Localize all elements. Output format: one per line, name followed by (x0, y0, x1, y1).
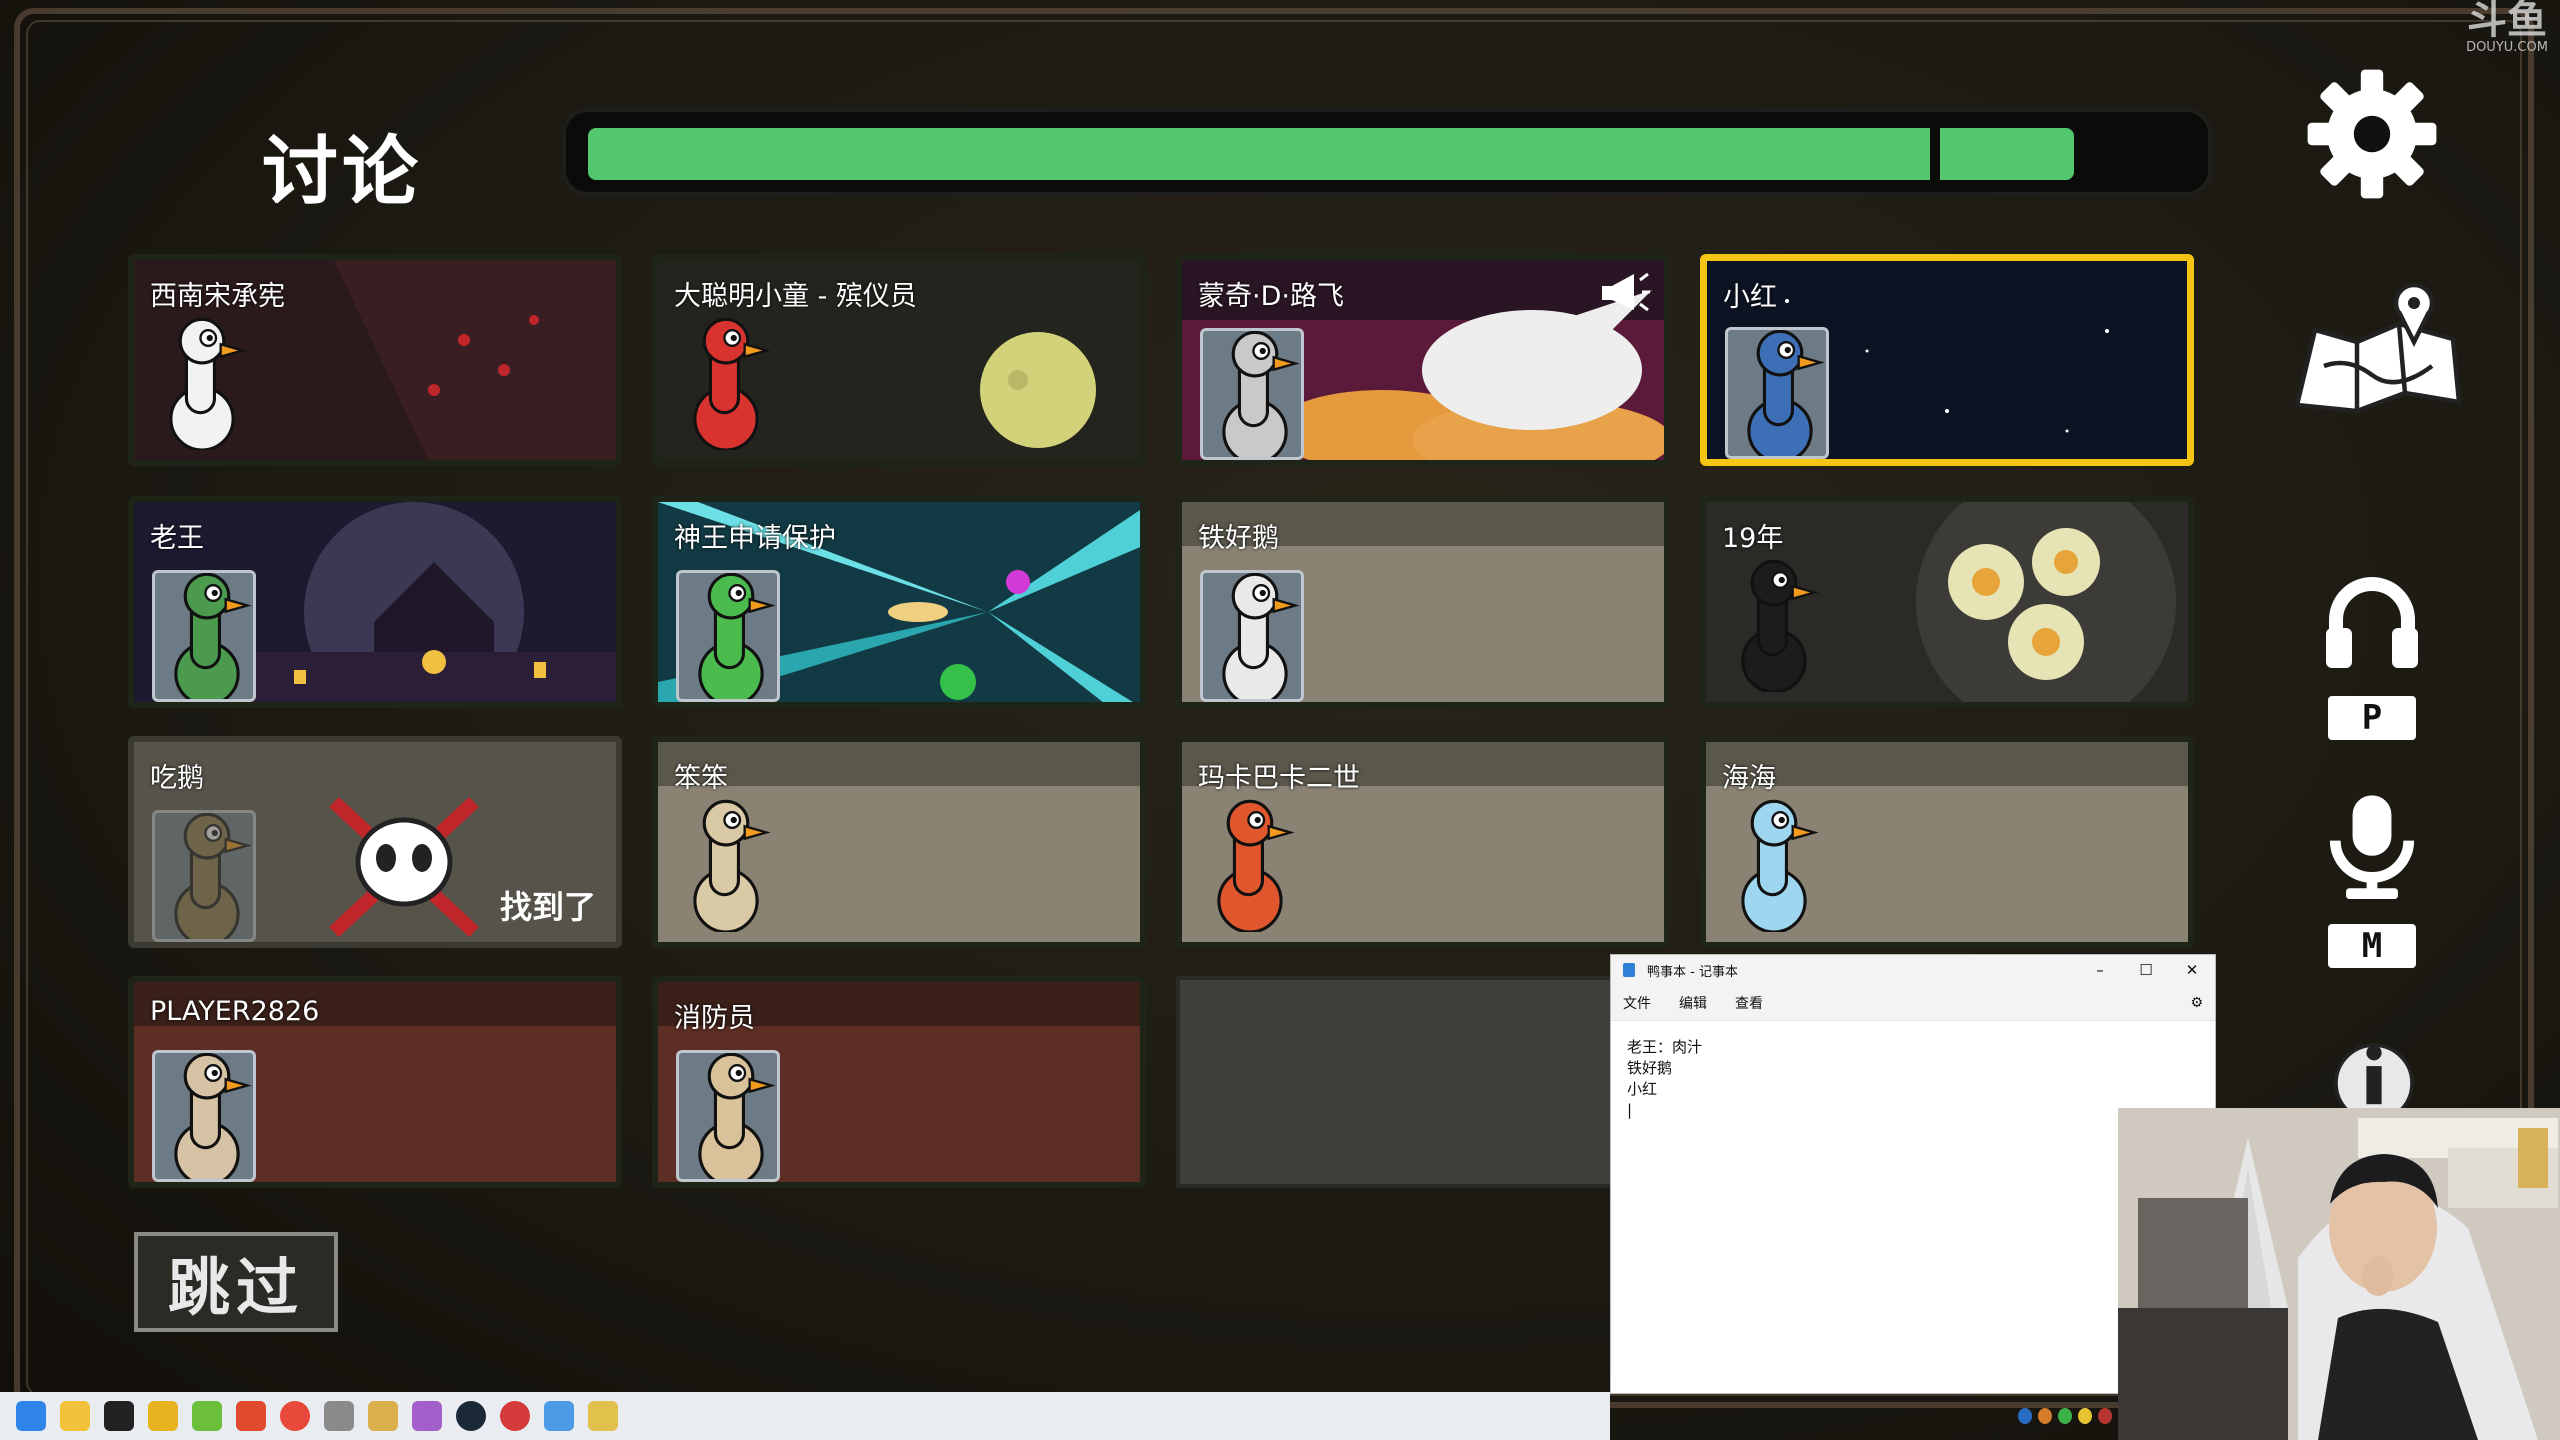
skip-vote-button[interactable]: 跳过 (134, 1232, 338, 1332)
player-card[interactable]: 小红 (1700, 254, 2194, 466)
player-name: 吃鹅 (150, 763, 204, 794)
player-card[interactable]: 老王 (128, 496, 622, 708)
player-avatar (676, 1050, 780, 1182)
player-name: 笨笨 (674, 763, 728, 794)
app-icon[interactable] (588, 1401, 618, 1431)
map-icon[interactable] (2288, 276, 2468, 426)
phase-title: 讨论 (262, 127, 422, 216)
menu-view[interactable]: 查看 (1735, 993, 1763, 1013)
player-avatar (678, 792, 774, 942)
player-name: 消防员 (674, 1003, 755, 1034)
player-card[interactable]: 19年 (1700, 496, 2194, 708)
player-card[interactable]: 铁好鹅 (1176, 496, 1670, 708)
discussion-timer-bar (562, 108, 2212, 196)
mic-key-badge: M (2328, 924, 2416, 968)
player-card[interactable]: 蒙奇·D·路飞 (1176, 254, 1670, 466)
voice-key-badge: P (2328, 696, 2416, 740)
streamer-webcam (2118, 1108, 2560, 1440)
menu-edit[interactable]: 编辑 (1679, 993, 1707, 1013)
player-name: 西南宋承宪 (150, 281, 285, 312)
player-avatar (1200, 328, 1304, 460)
player-avatar (1202, 792, 1298, 942)
player-card[interactable]: 西南宋承宪 (128, 254, 622, 466)
app-icon[interactable] (368, 1401, 398, 1431)
headphones-icon[interactable] (2320, 572, 2424, 672)
notepad-menubar: 文件 编辑 查看 ⚙ (1611, 985, 2215, 1021)
player-name: PLAYER2826 (150, 996, 320, 1027)
app-icon[interactable] (236, 1401, 266, 1431)
player-name: 大聪明小童 - 殡仪员 (674, 281, 917, 312)
player-name: 神王申请保护 (674, 523, 836, 554)
maximize-icon[interactable]: ☐ (2123, 961, 2169, 979)
menu-file[interactable]: 文件 (1623, 993, 1651, 1013)
app-icon[interactable] (324, 1401, 354, 1431)
system-tray (2018, 1400, 2118, 1432)
player-avatar (1726, 552, 1822, 702)
minimize-icon[interactable]: – (2077, 961, 2123, 979)
player-name: 海海 (1722, 763, 1776, 794)
app-icon[interactable] (148, 1401, 178, 1431)
start-icon[interactable] (16, 1401, 46, 1431)
body-found-label: 找到了 (499, 888, 596, 926)
player-card[interactable]: 消防员 (652, 976, 1146, 1188)
player-avatar (678, 310, 774, 460)
timer-fill (588, 128, 2074, 180)
app-icon[interactable] (500, 1401, 530, 1431)
steam-icon[interactable] (456, 1401, 486, 1431)
app-icon[interactable] (104, 1401, 134, 1431)
gear-icon[interactable] (2302, 64, 2442, 204)
player-name: 玛卡巴卡二世 (1198, 763, 1360, 794)
player-card[interactable]: 玛卡巴卡二世 (1176, 736, 1670, 948)
megaphone-icon (1600, 270, 1650, 318)
file-explorer-icon[interactable] (60, 1401, 90, 1431)
empty-player-slot (1176, 976, 1616, 1188)
player-name: 19年 (1722, 523, 1784, 554)
close-icon[interactable]: ✕ (2169, 961, 2215, 979)
player-card[interactable]: 神王申请保护 (652, 496, 1146, 708)
player-avatar (152, 810, 256, 942)
player-card[interactable]: PLAYER2826 (128, 976, 622, 1188)
chrome-icon[interactable] (280, 1401, 310, 1431)
player-card[interactable]: 吃鹅找到了 (128, 736, 622, 948)
tray-icon[interactable] (2098, 1408, 2112, 1424)
notepad-app-icon (1623, 963, 1635, 977)
player-name: 老王 (150, 523, 204, 554)
player-name: 蒙奇·D·路飞 (1198, 281, 1344, 312)
microphone-icon[interactable] (2318, 790, 2426, 900)
tray-icon[interactable] (2058, 1408, 2072, 1424)
notepad-taskbar-icon[interactable] (544, 1401, 574, 1431)
player-avatar (1726, 792, 1822, 942)
player-name: 铁好鹅 (1198, 523, 1279, 554)
tray-icon[interactable] (2078, 1408, 2092, 1424)
player-card[interactable]: 海海 (1700, 736, 2194, 948)
player-avatar (154, 310, 250, 460)
app-icon[interactable] (192, 1401, 222, 1431)
notepad-settings-icon[interactable]: ⚙ (2190, 995, 2203, 1011)
notepad-title: 鸭事本 - 记事本 (1647, 964, 1738, 980)
tray-icon[interactable] (2018, 1408, 2032, 1424)
info-icon[interactable] (2326, 1028, 2422, 1108)
app-icon[interactable] (412, 1401, 442, 1431)
player-card[interactable]: 大聪明小童 - 殡仪员 (652, 254, 1146, 466)
player-card[interactable]: 笨笨 (652, 736, 1146, 948)
player-avatar (676, 570, 780, 702)
player-avatar (152, 1050, 256, 1182)
player-avatar (1200, 570, 1304, 702)
timer-separator (1930, 120, 1940, 188)
notepad-titlebar[interactable]: 鸭事本 - 记事本 – ☐ ✕ (1611, 955, 2215, 985)
douyu-watermark: 斗鱼 DOUYU.COM (2466, 0, 2548, 55)
player-avatar (152, 570, 256, 702)
player-name: 小红 (1723, 282, 1777, 313)
player-avatar (1725, 327, 1829, 459)
windows-taskbar (0, 1392, 1610, 1440)
tray-icon[interactable] (2038, 1408, 2052, 1424)
